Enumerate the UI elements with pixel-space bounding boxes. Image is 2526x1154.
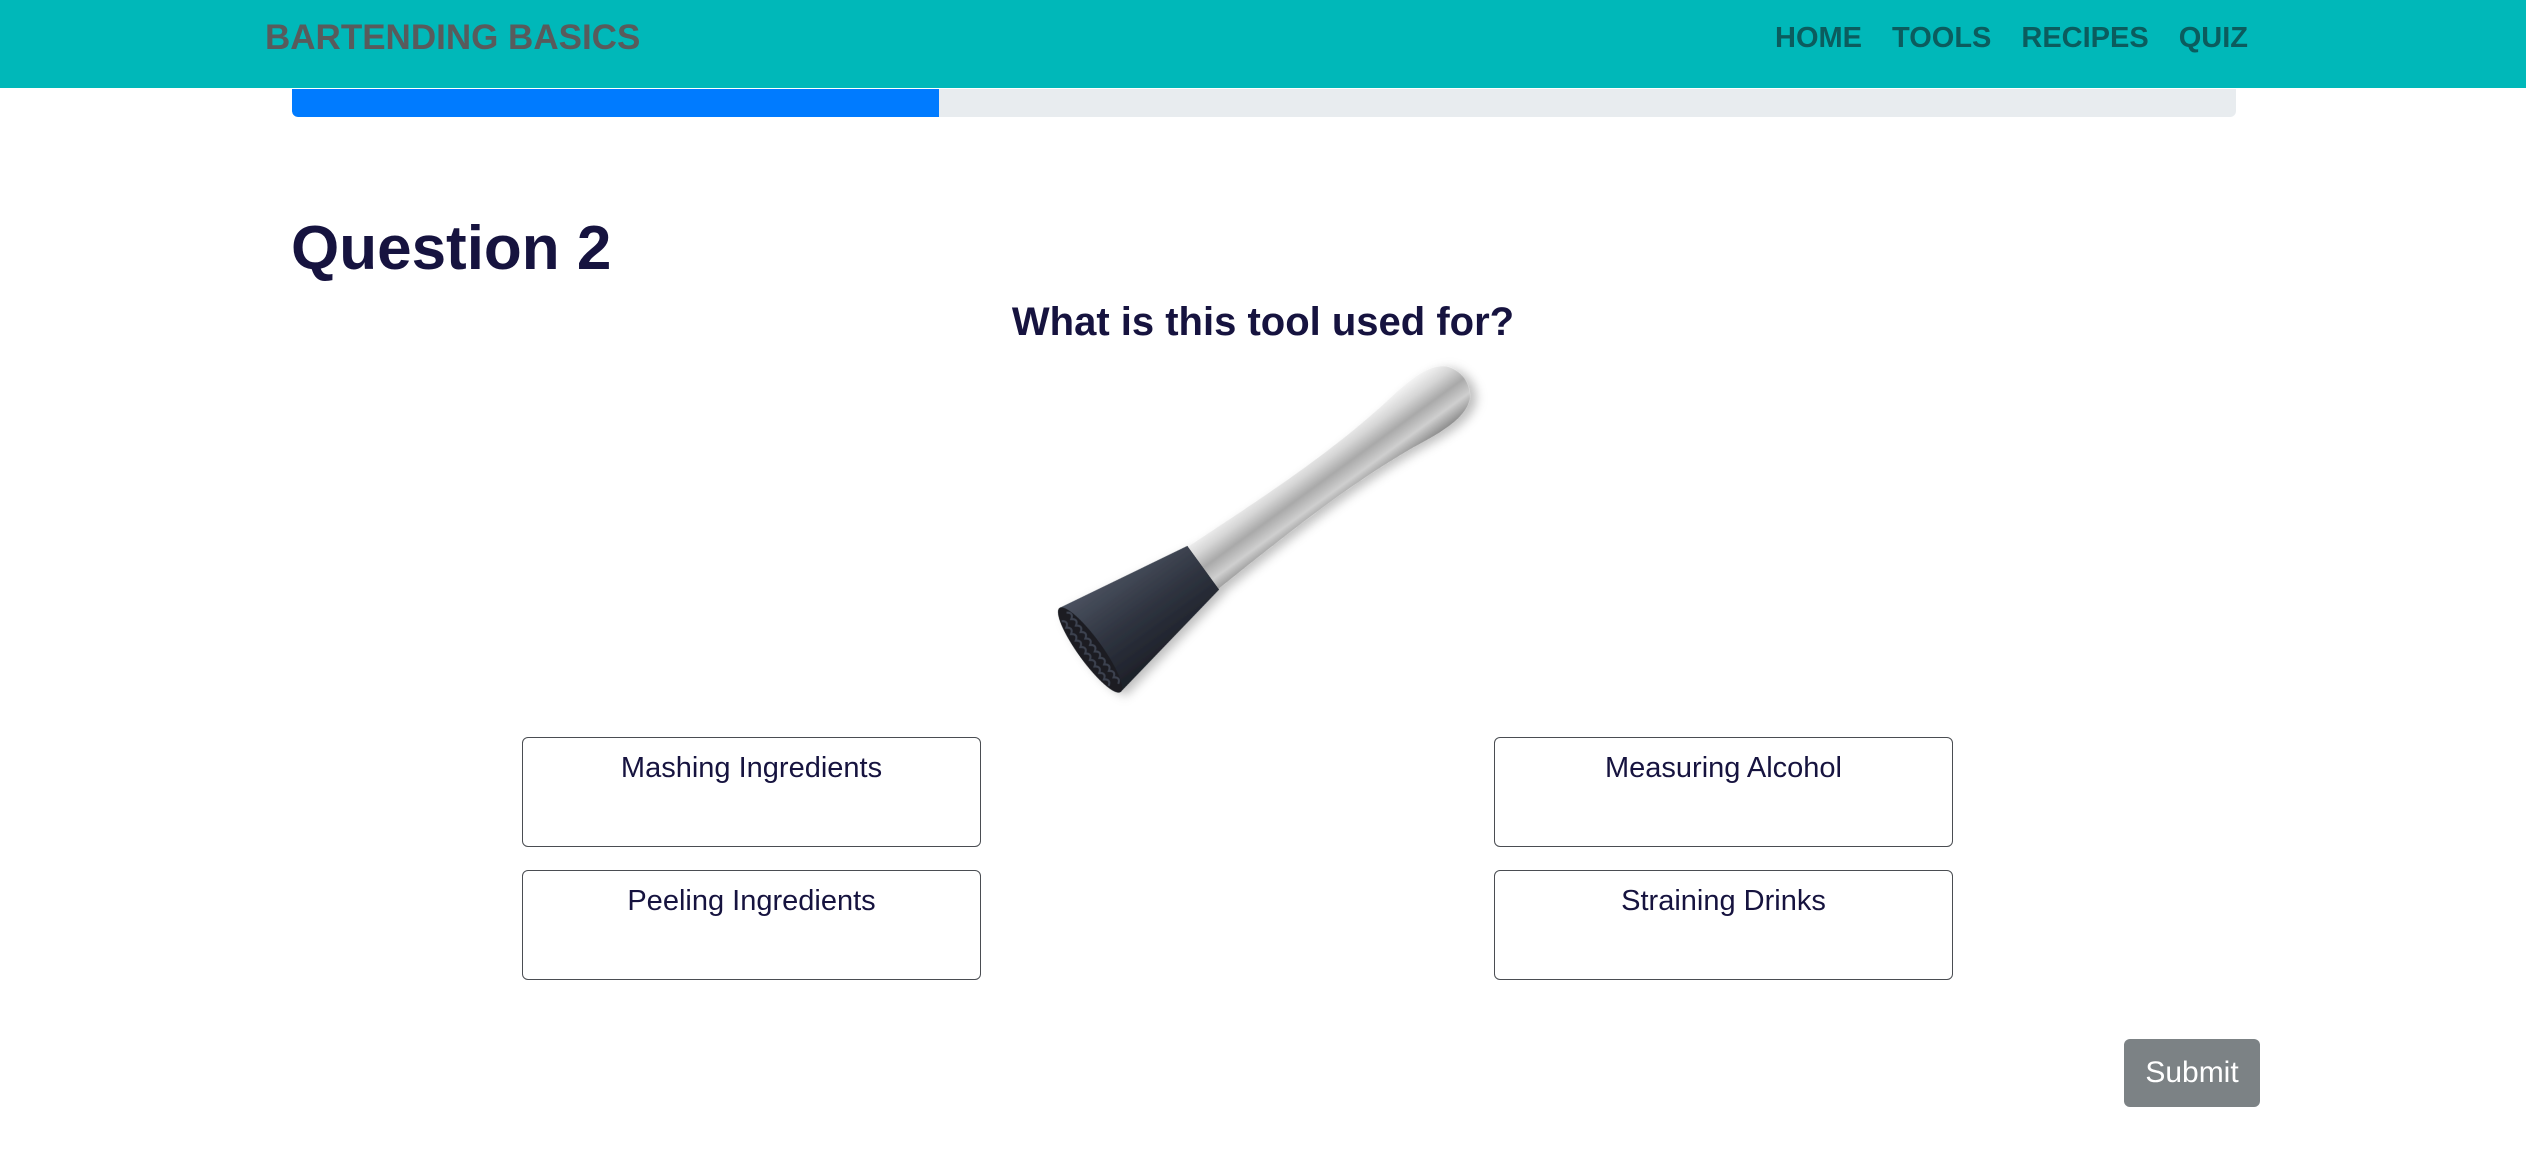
question-title: Question 2 (291, 214, 612, 283)
brand-logo[interactable]: BARTENDING BASICS (265, 14, 640, 62)
muddler-handle (1187, 366, 1470, 589)
answer-option-measuring-alcohol[interactable]: Measuring Alcohol (1494, 737, 1953, 847)
question-text: What is this tool used for? (1011, 300, 1515, 344)
answer-option-mashing-ingredients[interactable]: Mashing Ingredients (522, 737, 981, 847)
quiz-progress-fill (292, 89, 940, 117)
navbar: BARTENDING BASICS HOME TOOLS RECIPES QUI… (0, 0, 2526, 88)
answer-option-peeling-ingredients[interactable]: Peeling Ingredients (522, 870, 981, 980)
muddler-image (1057, 366, 1470, 693)
nav-link-quiz[interactable]: QUIZ (2179, 17, 2248, 59)
nav-link-home[interactable]: HOME (1775, 17, 1862, 59)
nav-link-tools[interactable]: TOOLS (1892, 17, 1991, 59)
answer-option-straining-drinks[interactable]: Straining Drinks (1494, 870, 1953, 980)
nav-links: HOME TOOLS RECIPES QUIZ (1775, 17, 2248, 59)
submit-button[interactable]: Submit (2124, 1039, 2260, 1107)
nav-link-recipes[interactable]: RECIPES (2021, 17, 2148, 59)
quiz-progress-bar (292, 89, 2236, 117)
